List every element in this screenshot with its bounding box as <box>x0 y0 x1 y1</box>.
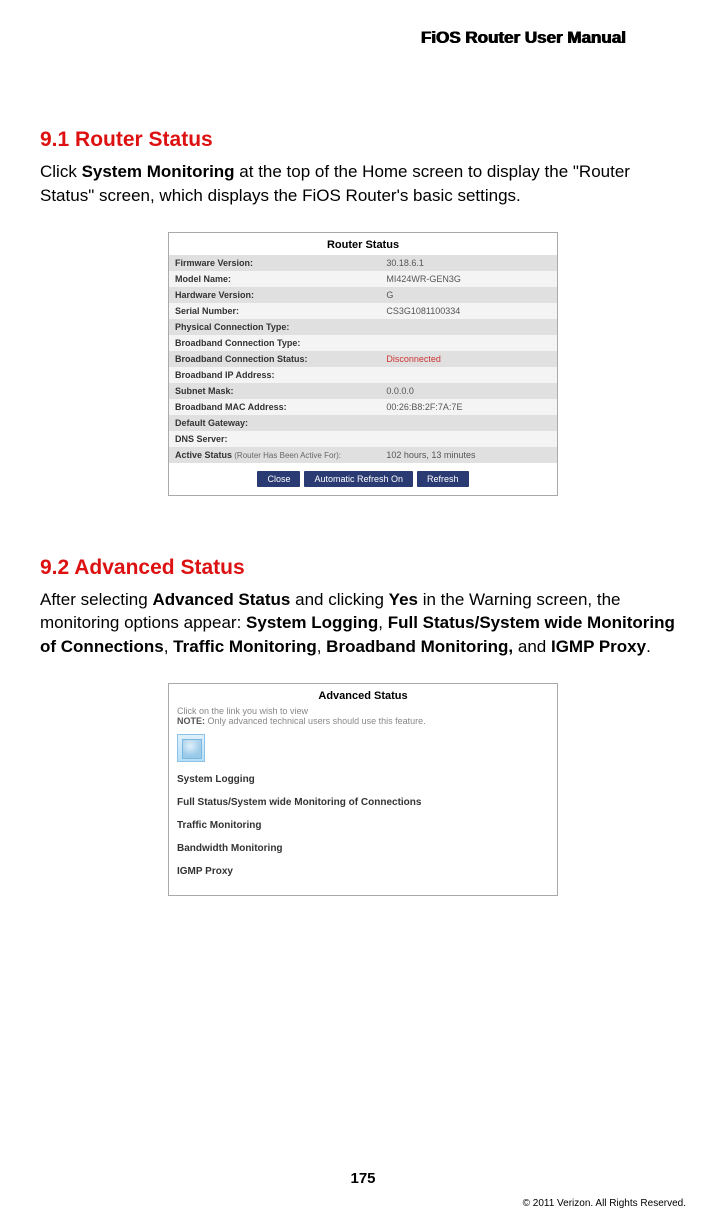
advanced-status-link[interactable]: Bandwidth Monitoring <box>177 837 549 860</box>
table-row: Broadband Connection Status:Disconnected <box>169 351 557 367</box>
bold: System Logging <box>246 613 378 632</box>
row-label: Broadband Connection Status: <box>169 351 382 367</box>
row-value: 30.18.6.1 <box>382 255 557 271</box>
row-label: Default Gateway: <box>169 415 382 431</box>
advanced-status-link[interactable]: System Logging <box>177 768 549 791</box>
text: and clicking <box>290 590 388 609</box>
advanced-status-link[interactable]: IGMP Proxy <box>177 860 549 883</box>
row-value: G <box>382 287 557 303</box>
row-label: Broadband Connection Type: <box>169 335 382 351</box>
section-9-1-body: Click System Monitoring at the top of th… <box>40 160 686 208</box>
table-row: Subnet Mask:0.0.0.0 <box>169 383 557 399</box>
bold: Broadband Monitoring, <box>326 637 513 656</box>
table-row: Hardware Version:G <box>169 287 557 303</box>
bold: Traffic Monitoring <box>173 637 317 656</box>
advanced-status-link[interactable]: Traffic Monitoring <box>177 814 549 837</box>
row-value: 102 hours, 13 minutes <box>382 447 557 463</box>
router-status-title: Router Status <box>169 233 557 255</box>
row-label: Active Status (Router Has Been Active Fo… <box>169 447 382 463</box>
table-row: Serial Number:CS3G1081100334 <box>169 303 557 319</box>
row-value: Disconnected <box>382 351 557 367</box>
row-value: MI424WR-GEN3G <box>382 271 557 287</box>
row-label: Broadband MAC Address: <box>169 399 382 415</box>
monitor-icon <box>177 734 205 762</box>
row-label: Model Name: <box>169 271 382 287</box>
dialog-button[interactable]: Close <box>257 471 300 487</box>
row-label: Subnet Mask: <box>169 383 382 399</box>
copyright: © 2011 Verizon. All Rights Reserved. <box>523 1198 686 1209</box>
table-row: Broadband Connection Type: <box>169 335 557 351</box>
advanced-status-subtitle: Click on the link you wish to view <box>169 706 557 716</box>
text: . <box>646 637 651 656</box>
router-status-table: Firmware Version:30.18.6.1Model Name:MI4… <box>169 255 557 463</box>
text: , <box>317 637 326 656</box>
row-value <box>382 319 557 335</box>
bold: Yes <box>389 590 418 609</box>
row-label: DNS Server: <box>169 431 382 447</box>
dialog-button[interactable]: Refresh <box>417 471 469 487</box>
row-value <box>382 415 557 431</box>
router-status-screenshot: Router Status Firmware Version:30.18.6.1… <box>168 232 558 496</box>
table-row: DNS Server: <box>169 431 557 447</box>
row-value: CS3G1081100334 <box>382 303 557 319</box>
row-label: Firmware Version: <box>169 255 382 271</box>
row-label: Serial Number: <box>169 303 382 319</box>
dialog-button[interactable]: Automatic Refresh On <box>304 471 413 487</box>
advanced-status-screenshot: Advanced Status Click on the link you wi… <box>168 683 558 896</box>
text: After selecting <box>40 590 152 609</box>
advanced-status-note: NOTE: Only advanced technical users shou… <box>169 716 557 732</box>
section-9-1-heading: 9.1 Router Status <box>40 128 686 152</box>
row-label: Hardware Version: <box>169 287 382 303</box>
table-row: Default Gateway: <box>169 415 557 431</box>
row-value: 00:26:B8:2F:7A:7E <box>382 399 557 415</box>
row-value: 0.0.0.0 <box>382 383 557 399</box>
row-label: Physical Connection Type: <box>169 319 382 335</box>
table-row: Firmware Version:30.18.6.1 <box>169 255 557 271</box>
row-label: Broadband IP Address: <box>169 367 382 383</box>
bold: IGMP Proxy <box>551 637 646 656</box>
section-9-2-body: After selecting Advanced Status and clic… <box>40 588 686 659</box>
row-value <box>382 335 557 351</box>
page-number: 175 <box>0 1170 726 1187</box>
advanced-status-links: System LoggingFull Status/System wide Mo… <box>169 768 557 895</box>
doc-header: FiOS Router User Manual <box>40 28 686 48</box>
section-9-2-heading: 9.2 Advanced Status <box>40 556 686 580</box>
note-label: NOTE: <box>177 716 205 726</box>
text: , <box>164 637 173 656</box>
table-row: Broadband MAC Address:00:26:B8:2F:7A:7E <box>169 399 557 415</box>
row-value <box>382 367 557 383</box>
bold: Advanced Status <box>152 590 290 609</box>
advanced-status-title: Advanced Status <box>169 684 557 706</box>
text: , <box>378 613 387 632</box>
text: Click <box>40 162 82 181</box>
table-row: Physical Connection Type: <box>169 319 557 335</box>
note-text: Only advanced technical users should use… <box>205 716 426 726</box>
text: and <box>513 637 551 656</box>
router-status-buttons: CloseAutomatic Refresh OnRefresh <box>169 463 557 495</box>
row-value <box>382 431 557 447</box>
table-row: Model Name:MI424WR-GEN3G <box>169 271 557 287</box>
advanced-status-link[interactable]: Full Status/System wide Monitoring of Co… <box>177 791 549 814</box>
bold-system-monitoring: System Monitoring <box>82 162 235 181</box>
table-row: Broadband IP Address: <box>169 367 557 383</box>
table-row: Active Status (Router Has Been Active Fo… <box>169 447 557 463</box>
